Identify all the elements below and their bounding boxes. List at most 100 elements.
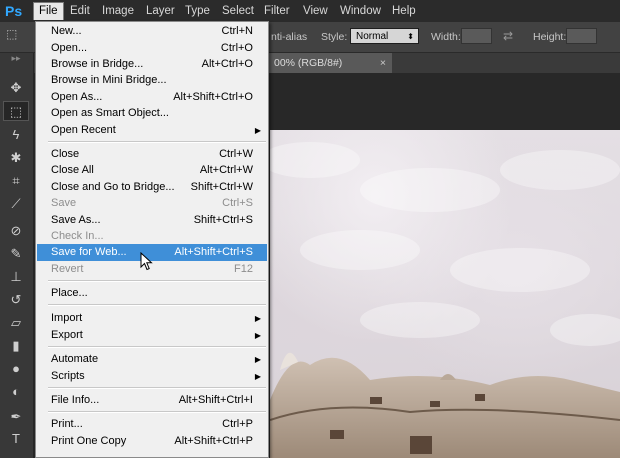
style-select-value: Normal [356, 31, 389, 42]
menu-item-label: Close [51, 148, 80, 160]
crop-tool-icon[interactable]: ⌗ [3, 171, 29, 191]
menu-item-label: Place... [51, 287, 88, 299]
menu-item-open-recent[interactable]: Open Recent ▶ [37, 122, 267, 139]
menu-item-import[interactable]: Import ▶ [37, 310, 267, 327]
panel-collapse-icon[interactable]: ▸▸ [3, 53, 29, 63]
mouse-cursor-icon [140, 252, 153, 271]
gradient-tool-icon[interactable]: ▮ [3, 336, 29, 356]
menu-separator [48, 346, 266, 348]
menu-item-label: Print One Copy [51, 435, 127, 447]
file-menu-dropdown: New... Ctrl+N Open... Ctrl+O Browse in B… [35, 21, 269, 458]
menu-edit[interactable]: Edit [65, 3, 95, 20]
menu-separator [48, 304, 266, 306]
submenu-arrow-icon: ▶ [254, 331, 261, 340]
blur-tool-icon[interactable]: ● [3, 359, 29, 379]
menu-filter[interactable]: Filter [259, 3, 295, 20]
menu-item-place[interactable]: Place... [37, 285, 267, 302]
menu-item-label: Scripts [51, 370, 85, 382]
lasso-tool-icon[interactable]: ϟ [3, 125, 29, 145]
menu-item-print-one-copy[interactable]: Print One Copy Alt+Shift+Ctrl+P [37, 433, 267, 450]
history-brush-tool-icon[interactable]: ↺ [3, 290, 29, 310]
menu-item-automate[interactable]: Automate ▶ [37, 351, 267, 368]
menu-item-browse-in-mini-bridge[interactable]: Browse in Mini Bridge... [37, 72, 267, 89]
menu-item-check-in: Check In... [37, 228, 267, 245]
document-tab[interactable]: 00% (RGB/8#) × [268, 53, 392, 73]
menu-item-save-as[interactable]: Save As... Shift+Ctrl+S [37, 212, 267, 229]
menu-item-label: File Info... [51, 394, 100, 406]
menu-item-label: Print... [51, 418, 83, 430]
menu-item-open-as[interactable]: Open As... Alt+Shift+Ctrl+O [37, 89, 267, 106]
menu-help[interactable]: Help [387, 3, 421, 20]
eyedropper-tool-icon[interactable]: ⟋ [3, 194, 29, 214]
menu-item-shortcut: Alt+Ctrl+O [201, 58, 253, 70]
menu-item-shortcut: Alt+Ctrl+W [199, 164, 253, 176]
menu-item-label: Open as Smart Object... [51, 107, 169, 119]
menu-item-browse-in-bridge[interactable]: Browse in Bridge... Alt+Ctrl+O [37, 56, 267, 73]
building-photo [270, 142, 620, 458]
close-tab-icon[interactable]: × [380, 53, 386, 73]
menu-item-label: Check In... [51, 230, 104, 242]
dodge-tool-icon[interactable]: ◐ [3, 382, 29, 402]
magic-wand-tool-icon[interactable]: ✱ [3, 148, 29, 168]
menu-view[interactable]: View [298, 3, 333, 20]
menu-item-close-all[interactable]: Close All Alt+Ctrl+W [37, 162, 267, 179]
menu-item-label: Open Recent [51, 124, 116, 136]
submenu-arrow-icon: ▶ [254, 355, 261, 364]
menu-item-scripts[interactable]: Scripts ▶ [37, 368, 267, 385]
swap-arrows-icon[interactable]: ⇄ [503, 29, 513, 43]
brush-tool-icon[interactable]: ✎ [3, 244, 29, 264]
menu-item-print[interactable]: Print... Ctrl+P [37, 416, 267, 433]
menu-select[interactable]: Select [217, 3, 259, 20]
menu-item-shortcut: F12 [234, 263, 253, 275]
menu-item-export[interactable]: Export ▶ [37, 327, 267, 344]
menu-file[interactable]: File [33, 2, 64, 20]
menu-item-label: Browse in Bridge... [51, 58, 144, 70]
menu-item-open[interactable]: Open... Ctrl+O [37, 40, 267, 57]
menu-item-shortcut: Shift+Ctrl+W [190, 181, 253, 193]
width-field[interactable] [461, 28, 492, 44]
menu-layer[interactable]: Layer [141, 3, 180, 20]
eraser-tool-icon[interactable]: ▱ [3, 313, 29, 333]
type-tool-icon[interactable]: T [3, 429, 29, 449]
menu-item-label: Open... [51, 42, 88, 54]
height-field[interactable] [566, 28, 597, 44]
menu-item-shortcut: Alt+Shift+Ctrl+O [173, 91, 253, 103]
submenu-arrow-icon: ▶ [254, 372, 261, 381]
menu-item-label: Save [51, 197, 77, 209]
menu-bar: Ps File Edit Image Layer Type Select Fil… [0, 0, 620, 22]
menu-item-close[interactable]: Close Ctrl+W [37, 146, 267, 163]
marquee-tool-icon[interactable]: ⬚ [3, 101, 29, 121]
submenu-arrow-icon: ▶ [254, 314, 261, 323]
menu-window[interactable]: Window [335, 3, 386, 20]
style-label: Style: [321, 31, 348, 43]
menu-item-shortcut: Ctrl+O [220, 42, 253, 54]
menu-type[interactable]: Type [180, 3, 215, 20]
pen-tool-icon[interactable]: ✒ [3, 407, 29, 427]
menu-item-shortcut: Alt+Shift+Ctrl+S [174, 246, 253, 258]
width-label: Width: [431, 31, 461, 43]
move-tool-icon[interactable]: ✥ [3, 78, 29, 98]
tools-panel: ▸▸ ✥ ⬚ ϟ ✱ ⌗ ⟋ ⊘ ✎ ⊥ ↺ ▱ ▮ ● ◐ ✒ T [0, 53, 34, 458]
document-tab-title: 00% (RGB/8#) [274, 57, 343, 69]
menu-item-close-and-go-to-bridge[interactable]: Close and Go to Bridge... Shift+Ctrl+W [37, 179, 267, 196]
photoshop-logo[interactable]: Ps [5, 2, 27, 20]
style-select[interactable]: Normal ⬍ [350, 28, 419, 44]
antialias-label: nti-alias [271, 31, 308, 43]
menu-item-new[interactable]: New... Ctrl+N [37, 23, 267, 40]
tool-preset-icon[interactable]: ⬚ [6, 27, 28, 45]
updown-arrow-icon: ⬍ [407, 32, 414, 41]
menu-item-label: Automate [51, 353, 99, 365]
menu-item-shortcut: Shift+Ctrl+S [193, 214, 253, 226]
healing-brush-tool-icon[interactable]: ⊘ [3, 221, 29, 241]
menu-item-label: Browse in Mini Bridge... [51, 74, 167, 86]
height-label: Height: [533, 31, 567, 43]
menu-item-open-as-smart-object[interactable]: Open as Smart Object... [37, 105, 267, 122]
menu-image[interactable]: Image [97, 3, 139, 20]
clone-stamp-tool-icon[interactable]: ⊥ [3, 267, 29, 287]
menu-item-label: Revert [51, 263, 84, 275]
menu-separator [48, 411, 266, 413]
menu-item-label: Export [51, 329, 83, 341]
image-canvas[interactable] [270, 130, 620, 458]
menu-item-file-info[interactable]: File Info... Alt+Shift+Ctrl+I [37, 392, 267, 409]
menu-item-shortcut: Ctrl+S [222, 197, 253, 209]
